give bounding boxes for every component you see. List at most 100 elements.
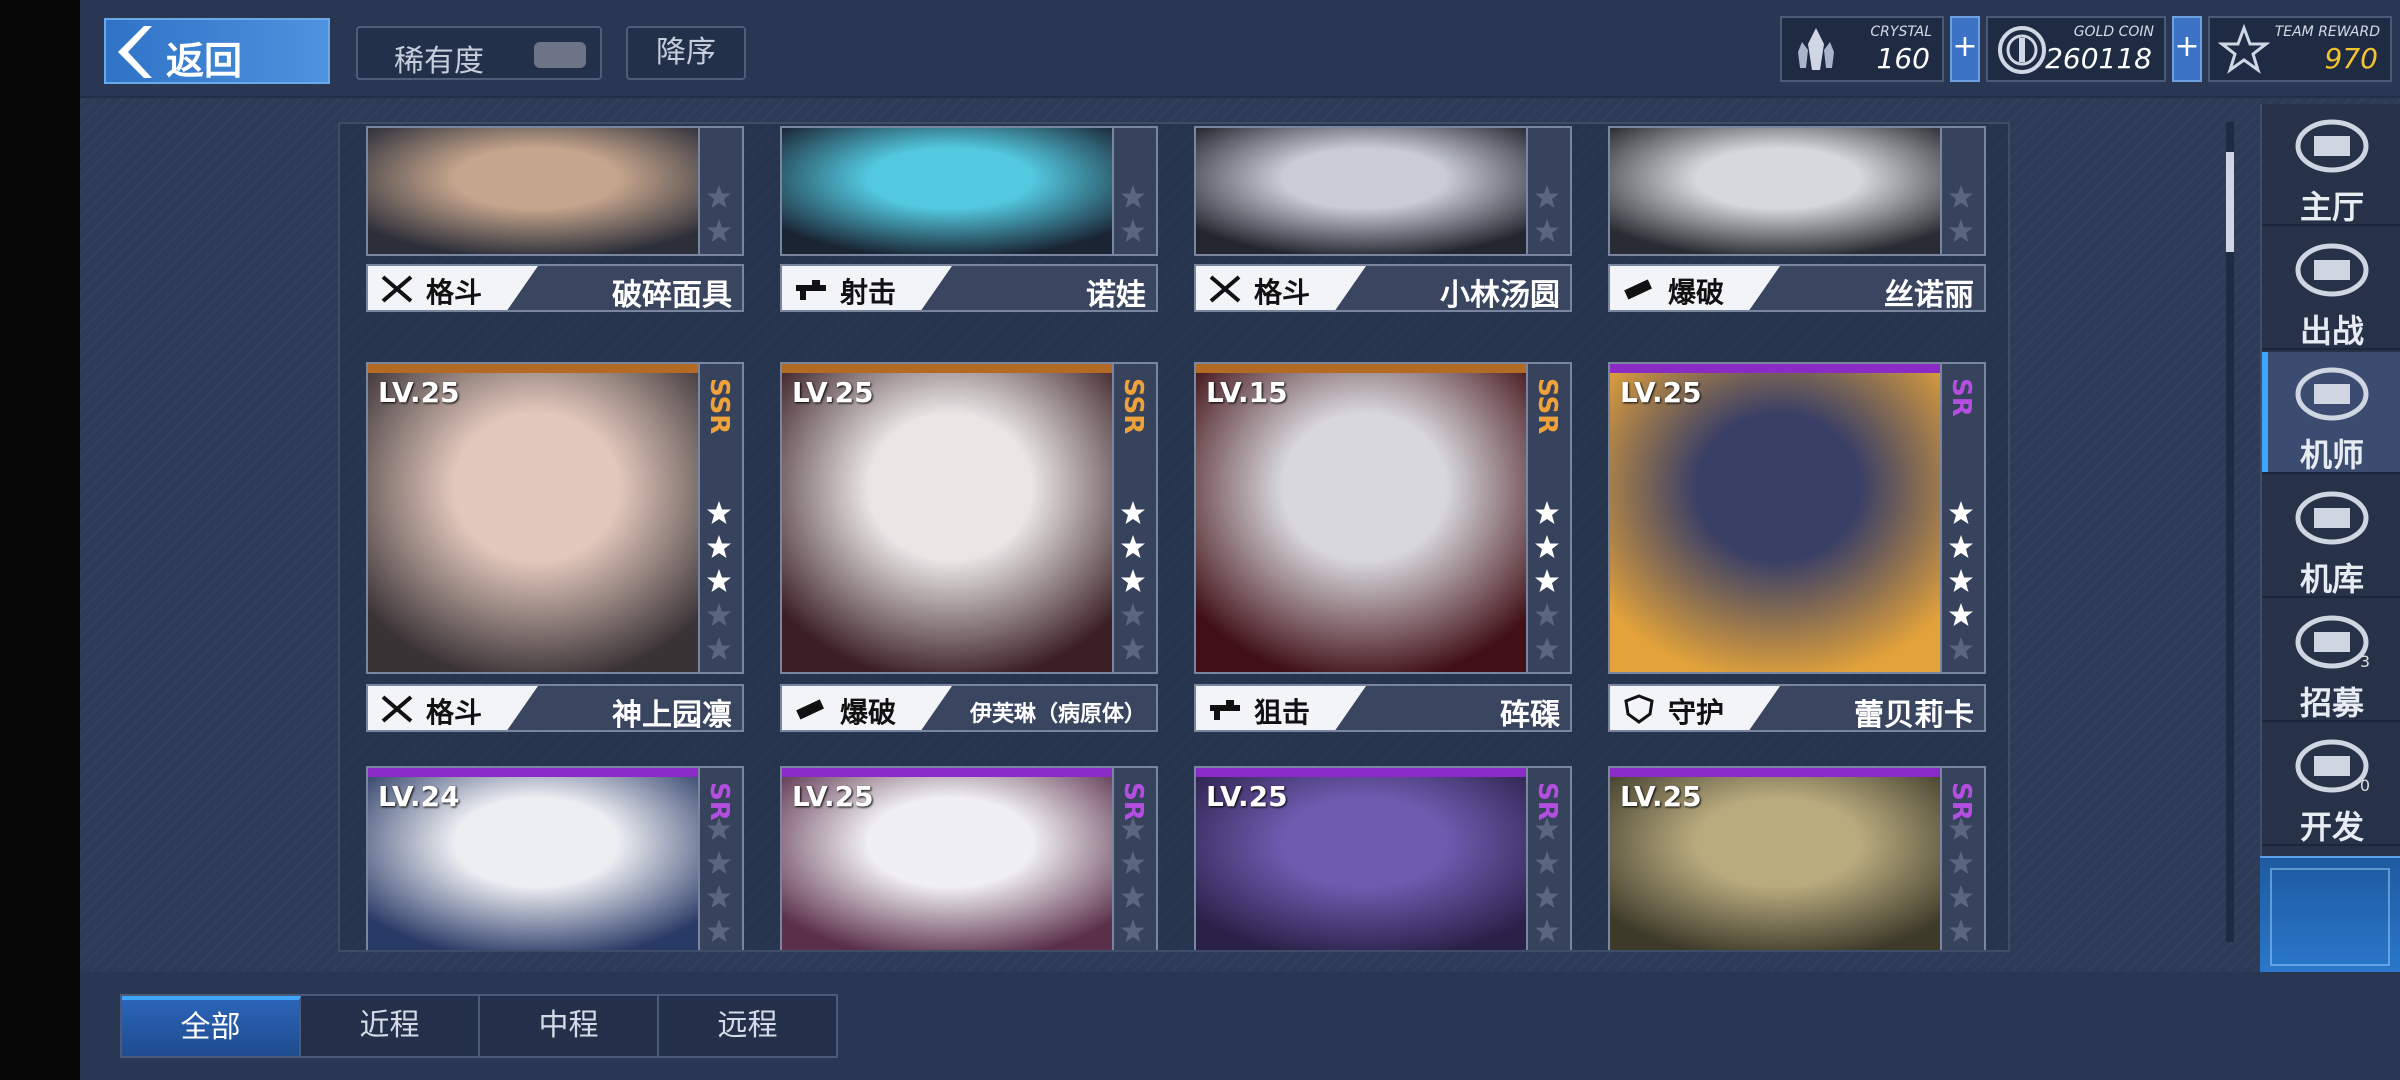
nav-item-label: 招募 — [2299, 684, 2364, 722]
sort-order-button[interactable]: 降序 — [626, 26, 746, 80]
pilot-portrait[interactable] — [1194, 126, 1572, 256]
rarity-stripe — [1610, 364, 1984, 373]
nav-item-count: 0 — [2359, 776, 2370, 795]
star-icon — [1535, 885, 1559, 908]
range-filter-tabs: 全部 近程 中程 远程 — [120, 994, 838, 1058]
pilot-level: LV.25 — [1620, 780, 1702, 813]
top-bar: 返回 稀有度 降序 CRYSTAL 160 + GOLD COIN 260118… — [80, 0, 2400, 98]
star-icon — [1121, 885, 1145, 908]
pilot-portrait[interactable]: LV.24 SR — [366, 766, 744, 950]
pilot-level: LV.25 — [1620, 376, 1702, 409]
star-icon — [1535, 219, 1559, 242]
tab-long-range[interactable]: 远程 — [659, 996, 838, 1056]
team-reward-value: 970 — [2324, 42, 2378, 75]
pilot-name-bar[interactable]: 爆破 伊芙琳（病原体） — [780, 684, 1158, 732]
pilot-name: 伊芙琳（病原体） — [969, 702, 1146, 727]
pilot-portrait[interactable]: LV.25 SSR — [780, 362, 1158, 674]
nav-item-recruit[interactable]: 3 招募 — [2262, 600, 2400, 722]
pilot-name: 小林汤圆 — [1440, 278, 1560, 313]
nav-item-sortie[interactable]: 出战 — [2262, 228, 2400, 350]
pilot-type-label: 射击 — [840, 276, 897, 309]
rarity-filter-button[interactable]: 稀有度 — [356, 26, 602, 80]
pilot-portrait[interactable]: LV.25 SR — [1608, 362, 1986, 674]
star-icon — [1949, 851, 1973, 874]
pilot-name-bar[interactable]: 射击 诺娃 — [780, 264, 1158, 313]
pilot-name-bar[interactable]: 格斗 神上园凛 — [366, 684, 744, 733]
pilot-type-tag: 守护 — [1610, 686, 1780, 730]
nav-item-hangar[interactable]: 机库 — [2262, 476, 2400, 598]
star-icon — [1949, 885, 1973, 908]
gold-coin-add-button[interactable]: + — [2172, 16, 2202, 82]
star-icon — [1535, 637, 1559, 660]
star-icon — [1535, 501, 1559, 524]
nav-item-pilot[interactable]: 机师 — [2262, 352, 2400, 474]
nav-item-count: 3 — [2359, 652, 2370, 671]
sniper-icon — [1210, 700, 1240, 720]
star-icon — [1535, 535, 1559, 558]
pilot-name-bar[interactable]: 守护 蕾贝莉卡 — [1608, 684, 1986, 733]
rarity-badge: SR — [1946, 378, 1976, 417]
pilot-portrait[interactable]: LV.25 SSR — [366, 362, 744, 674]
star-column — [1526, 128, 1570, 254]
tab-short-range[interactable]: 近程 — [301, 996, 480, 1056]
grid-scroll-thumb[interactable] — [2226, 152, 2234, 252]
pilot-portrait[interactable] — [366, 126, 744, 256]
team-reward-counter: TEAM REWARD 970 — [2208, 16, 2392, 82]
star-icon — [1949, 603, 1973, 626]
rarity-badge: SR — [1118, 782, 1148, 821]
nav-item-develop[interactable]: 0 开发 — [2262, 724, 2400, 846]
star-icon — [707, 501, 731, 524]
minimap-panel[interactable] — [2260, 856, 2400, 976]
pilot-name-bar[interactable]: 格斗 小林汤圆 — [1194, 264, 1572, 313]
pilot-portrait[interactable]: LV.25 SR — [1608, 766, 1986, 950]
nav-item-label: 开发 — [2299, 808, 2364, 846]
tab-all[interactable]: 全部 — [122, 996, 301, 1056]
rarity-stripe — [368, 364, 742, 373]
sortie-icon — [2295, 243, 2369, 297]
pilot-name-bar[interactable]: 爆破 丝诺丽 — [1608, 264, 1986, 313]
pilot-name: 破碎面具 — [612, 278, 732, 313]
star-icon — [1949, 817, 1973, 840]
crystal-add-button[interactable]: + — [1950, 16, 1980, 82]
star-icon — [1121, 637, 1145, 660]
rarity-stripe — [1196, 768, 1570, 777]
star-column: SR — [698, 768, 742, 950]
pilot-portrait[interactable]: LV.25 SR — [780, 766, 1158, 950]
pilot-level: LV.15 — [1206, 376, 1288, 409]
pilot-level: LV.25 — [378, 376, 460, 409]
pilot-portrait[interactable]: LV.15 SSR — [1194, 362, 1572, 674]
pilot-portrait[interactable] — [1608, 126, 1986, 256]
grid-scrollbar[interactable] — [2226, 122, 2234, 942]
pilot-name: 砗磲 — [1500, 698, 1560, 733]
pilot-portrait[interactable] — [780, 126, 1158, 256]
pilot-name-bar[interactable]: 狙击 砗磲 — [1194, 684, 1572, 733]
star-icon — [1535, 817, 1559, 840]
star-icon — [1121, 603, 1145, 626]
pilot-type-tag: 格斗 — [1196, 266, 1366, 310]
pilot-type-label: 守护 — [1668, 696, 1725, 729]
rarity-stripe — [368, 768, 742, 777]
nav-item-label: 机库 — [2299, 560, 2364, 598]
star-icon — [1949, 919, 1973, 942]
star-icon — [707, 637, 731, 660]
pilot-type-label: 格斗 — [1254, 276, 1311, 309]
pilot-name: 诺娃 — [1086, 278, 1146, 313]
star-column: SSR — [698, 364, 742, 672]
pilot-name: 蕾贝莉卡 — [1854, 698, 1974, 733]
star-icon — [1121, 501, 1145, 524]
star-icon — [707, 219, 731, 242]
pilot-type-label: 狙击 — [1254, 696, 1311, 729]
star-icon — [1121, 569, 1145, 592]
star-icon — [1121, 185, 1145, 208]
melee-icon — [381, 695, 413, 723]
pilot-type-tag: 狙击 — [1196, 686, 1366, 730]
tab-mid-range[interactable]: 中程 — [480, 996, 659, 1056]
back-button[interactable]: 返回 — [104, 18, 330, 84]
pilot-type-tag: 爆破 — [782, 686, 952, 730]
pilot-portrait[interactable]: LV.25 SR — [1194, 766, 1572, 950]
plus-icon: + — [1952, 29, 1978, 64]
pilot-icon — [2295, 367, 2369, 421]
pilot-name-bar[interactable]: 格斗 破碎面具 — [366, 264, 744, 313]
rarity-badge: SSR — [1118, 378, 1148, 435]
nav-item-lobby[interactable]: 主厅 — [2262, 104, 2400, 226]
